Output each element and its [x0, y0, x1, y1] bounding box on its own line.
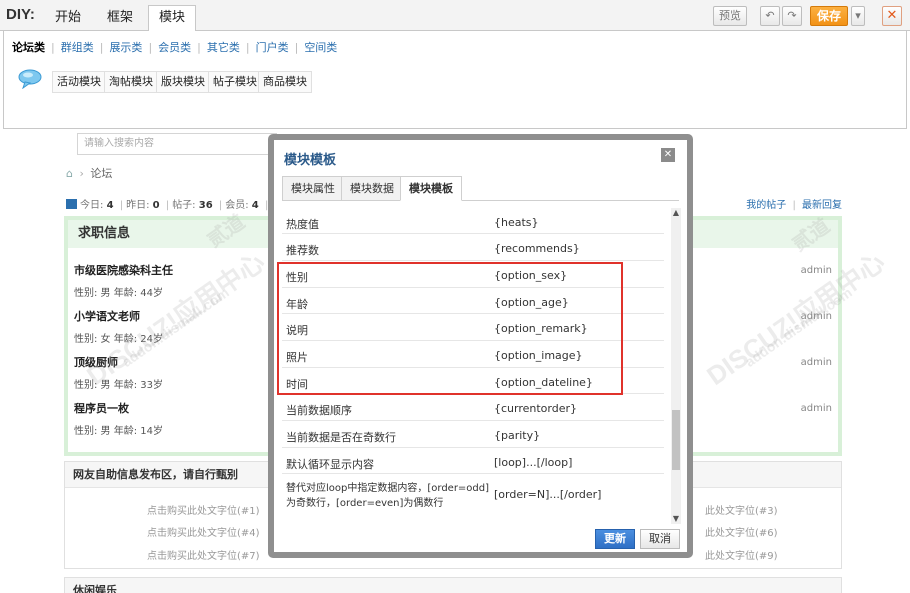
breadcrumb: ⌂ › 论坛	[66, 167, 113, 180]
variable-code[interactable]: {heats}	[494, 216, 539, 229]
highlight-annotation	[277, 262, 623, 395]
ad-slot[interactable]: 此处文字位(#6)	[705, 524, 778, 539]
my-posts-link[interactable]: 我的帖子	[746, 200, 786, 211]
module-thread[interactable]: 帖子模块	[208, 71, 262, 93]
ad-slot[interactable]: 此处文字位(#9)	[705, 547, 778, 562]
cancel-button[interactable]: 取消	[640, 529, 680, 549]
module-activity[interactable]: 活动模块	[52, 71, 106, 93]
job-meta: 性别: 男 年龄: 44岁	[74, 288, 163, 299]
category-member[interactable]: 会员类	[158, 41, 191, 54]
tab-module-properties[interactable]: 模块属性	[282, 176, 344, 201]
stat-today-label: 今日:	[80, 200, 107, 211]
diy-toolbar: DIY: 开始 框架 模块 预览 ↶ ↷ 保存 ▾ ✕	[0, 0, 910, 32]
variable-code[interactable]: {recommends}	[494, 242, 580, 255]
stat-yesterday-label: 昨日:	[126, 200, 153, 211]
module-forum-board[interactable]: 版块模块	[156, 71, 210, 93]
module-goods[interactable]: 商品模块	[258, 71, 312, 93]
save-button[interactable]: 保存	[810, 6, 848, 26]
tab-module-data[interactable]: 模块数据	[341, 176, 403, 201]
dialog-tabs: 模块属性 模块数据 模块模板	[282, 173, 679, 201]
diy-module-panel: 论坛类 | 群组类 | 展示类 | 会员类 | 其它类 | 门户类 | 空间类 活动模块 淘帖模块 版块…	[3, 31, 907, 129]
forum-stats: 今日: 4 |昨日: 0 |帖子: 36 |会员: 4 |欢	[66, 196, 281, 211]
variable-row: 热度值 {heats}	[282, 208, 664, 234]
tab-frame[interactable]: 框架	[97, 6, 143, 31]
variable-label: 替代对应loop中指定数据内容，[order=odd]为奇数行，[order=e…	[286, 483, 490, 509]
variable-row: 推荐数 {recommends}	[282, 234, 664, 261]
tab-module[interactable]: 模块	[148, 5, 197, 32]
job-title[interactable]: 程序员一枚	[74, 400, 163, 416]
stats-icon	[66, 199, 77, 209]
variable-label: 热度值	[286, 218, 319, 231]
ad-slot[interactable]: 点击购买此处文字位(#1)	[147, 502, 260, 517]
stat-yesterday-value: 0	[152, 200, 160, 211]
diy-logo: DIY:	[6, 6, 35, 23]
module-category-list: 论坛类 | 群组类 | 展示类 | 会员类 | 其它类 | 门户类 | 空间类	[12, 41, 338, 54]
home-icon[interactable]: ⌂	[66, 167, 73, 180]
variable-row: 当前数据顺序 {currentorder}	[282, 394, 664, 421]
leisure-section-title: 休闲娱乐	[73, 584, 117, 593]
job-item[interactable]: 市级医院感染科主任 性别: 男 年龄: 44岁	[74, 262, 173, 299]
variable-label: 推荐数	[286, 244, 319, 257]
close-diy-button[interactable]: ✕	[882, 6, 902, 26]
variable-label: 默认循环显示内容	[286, 458, 374, 471]
ad-slot[interactable]: 点击购买此处文字位(#7)	[147, 547, 260, 562]
scroll-up-icon[interactable]: ▲	[671, 208, 681, 218]
leisure-section: 休闲娱乐	[64, 577, 842, 593]
undo-icon[interactable]: ↶	[760, 6, 780, 26]
job-meta: 性别: 男 年龄: 14岁	[74, 426, 163, 437]
preview-button[interactable]: 预览	[713, 6, 747, 26]
update-button[interactable]: 更新	[595, 529, 635, 549]
module-collection[interactable]: 淘帖模块	[104, 71, 158, 93]
stat-members-value: 4	[251, 200, 259, 211]
variable-code[interactable]: [order=N]...[/order]	[494, 488, 601, 501]
job-item[interactable]: 程序员一枚 性别: 男 年龄: 14岁	[74, 400, 163, 437]
close-icon[interactable]: ✕	[661, 148, 675, 162]
stat-today-value: 4	[106, 200, 114, 211]
breadcrumb-forum[interactable]: 论坛	[90, 167, 112, 180]
latest-replies-link[interactable]: 最新回复	[802, 200, 842, 211]
ad-slot[interactable]: 此处文字位(#3)	[705, 502, 778, 517]
job-author[interactable]: admin	[801, 357, 832, 368]
speech-bubble-icon	[18, 69, 42, 89]
job-author[interactable]: admin	[801, 403, 832, 414]
variable-code[interactable]: {parity}	[494, 429, 540, 442]
save-dropdown-icon[interactable]: ▾	[851, 6, 865, 26]
my-links: 我的帖子 | 最新回复	[746, 200, 842, 211]
redo-icon[interactable]: ↷	[782, 6, 802, 26]
job-title[interactable]: 市级医院感染科主任	[74, 262, 173, 278]
variable-label: 当前数据顺序	[286, 404, 352, 417]
stat-posts-label: 帖子:	[172, 200, 199, 211]
variable-row: 当前数据是否在奇数行 {parity}	[282, 421, 664, 448]
category-display[interactable]: 展示类	[109, 41, 142, 54]
dialog-title: 模块模板	[284, 153, 337, 168]
search-input[interactable]: 请输入搜索内容	[77, 133, 277, 155]
variable-code[interactable]: {currentorder}	[494, 402, 577, 415]
category-group[interactable]: 群组类	[61, 41, 94, 54]
stat-posts-value: 36	[198, 200, 213, 211]
variable-row: 替代对应loop中指定数据内容，[order=odd]为奇数行，[order=e…	[282, 474, 664, 517]
category-forum[interactable]: 论坛类	[12, 41, 45, 54]
tab-start[interactable]: 开始	[45, 6, 91, 31]
tab-module-template[interactable]: 模块模板	[400, 176, 462, 201]
variable-label: 当前数据是否在奇数行	[286, 431, 396, 444]
category-other[interactable]: 其它类	[207, 41, 240, 54]
variable-code[interactable]: [loop]...[/loop]	[494, 456, 572, 469]
scroll-thumb[interactable]	[672, 410, 680, 470]
category-portal[interactable]: 门户类	[256, 41, 289, 54]
variable-row: 默认循环显示内容 [loop]...[/loop]	[282, 448, 664, 474]
table-scrollbar[interactable]: ▲ ▼	[671, 208, 681, 524]
category-space[interactable]: 空间类	[304, 41, 337, 54]
ad-slot[interactable]: 点击购买此处文字位(#4)	[147, 524, 260, 539]
scroll-down-icon[interactable]: ▼	[671, 514, 681, 524]
